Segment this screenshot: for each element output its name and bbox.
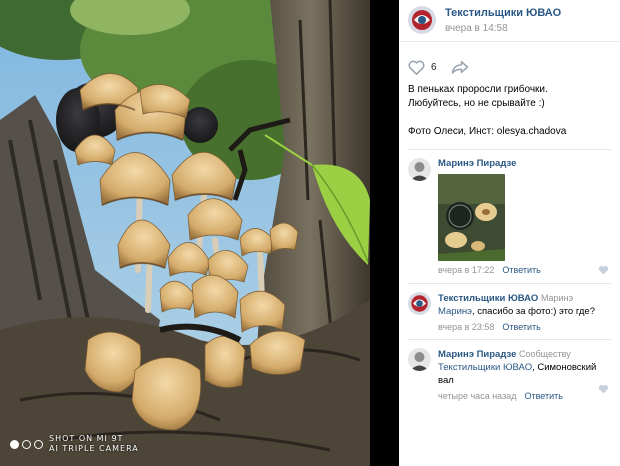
reply-button[interactable]: Ответить xyxy=(524,390,562,402)
reply-button[interactable]: Ответить xyxy=(502,321,540,333)
photo-viewer: SHOT ON MI 9T AI TRIPLE CAMERA Текстильщ… xyxy=(0,0,620,466)
post-header: Текстильщики ЮВАО вчера в 14:58 xyxy=(399,0,620,42)
watermark-line1: SHOT ON MI 9T xyxy=(49,434,124,443)
comment-author[interactable]: Маринэ Пирадзе xyxy=(438,158,608,170)
comment: Маринэ Пирадзе Сообществу Текстильщики Ю… xyxy=(399,348,620,402)
group-avatar[interactable] xyxy=(408,292,431,315)
post-text-credit: Фото Олеси, Инст: olesya.chadova xyxy=(408,126,567,137)
comment-date[interactable]: вчера в 23:58 xyxy=(438,321,494,333)
reply-to[interactable]: Маринэ xyxy=(541,293,573,303)
mushroom-photo xyxy=(0,0,370,466)
comment-text-rest: , спасибо за фото:) это где? xyxy=(472,306,595,317)
divider xyxy=(408,283,611,284)
camera-dots-icon xyxy=(10,439,43,449)
comment-like-heart-icon[interactable] xyxy=(598,265,609,275)
post-text: В пеньках проросли грибочки. Любуйтесь, … xyxy=(399,78,620,139)
divider xyxy=(408,149,611,150)
post-text-line2: Любуйтесь, но не срывайте :) xyxy=(408,98,545,109)
mention-link[interactable]: Текстильщики ЮВАО xyxy=(438,362,532,373)
reply-button[interactable]: Ответить xyxy=(502,264,540,276)
mention-link[interactable]: Маринэ xyxy=(438,306,472,317)
post-actions: 6 xyxy=(399,56,620,78)
like-count: 6 xyxy=(431,61,437,73)
group-avatar[interactable] xyxy=(408,6,436,34)
comment: Маринэ Пирадзе вчера в 17:22 Ответить xyxy=(399,158,620,276)
comment-date[interactable]: четыре часа назад xyxy=(438,390,516,402)
comment: Текстильщики ЮВАО Маринэ Маринэ, спасибо… xyxy=(399,292,620,333)
post-date[interactable]: вчера в 14:58 xyxy=(445,22,561,35)
comment-author[interactable]: Маринэ Пирадзе xyxy=(438,349,516,360)
camera-watermark: SHOT ON MI 9T AI TRIPLE CAMERA xyxy=(10,434,139,454)
commenter-avatar[interactable] xyxy=(408,158,431,181)
watermark-line2: AI TRIPLE CAMERA xyxy=(49,444,139,453)
comment-date[interactable]: вчера в 17:22 xyxy=(438,264,494,276)
like-button[interactable]: 6 xyxy=(408,60,437,75)
viewer-gap xyxy=(370,0,399,466)
post-photo[interactable]: SHOT ON MI 9T AI TRIPLE CAMERA xyxy=(0,0,370,466)
commenter-avatar[interactable] xyxy=(408,348,431,371)
comment-author[interactable]: Текстильщики ЮВАО xyxy=(438,293,538,304)
share-arrow-icon xyxy=(451,61,468,74)
post-side-panel: Текстильщики ЮВАО вчера в 14:58 6 В пень… xyxy=(399,0,620,466)
post-author[interactable]: Текстильщики ЮВАО xyxy=(445,6,561,20)
reply-to[interactable]: Сообществу xyxy=(519,349,571,359)
comment-text: Текстильщики ЮВАО, Симоновский вал xyxy=(438,361,608,387)
comment-photo[interactable] xyxy=(438,174,505,261)
share-button[interactable] xyxy=(451,60,469,74)
comment-like-heart-icon[interactable] xyxy=(598,384,609,394)
post-text-line1: В пеньках проросли грибочки. xyxy=(408,84,548,95)
heart-icon xyxy=(408,60,425,75)
comment-text: Маринэ, спасибо за фото:) это где? xyxy=(438,305,608,318)
divider xyxy=(408,339,611,340)
